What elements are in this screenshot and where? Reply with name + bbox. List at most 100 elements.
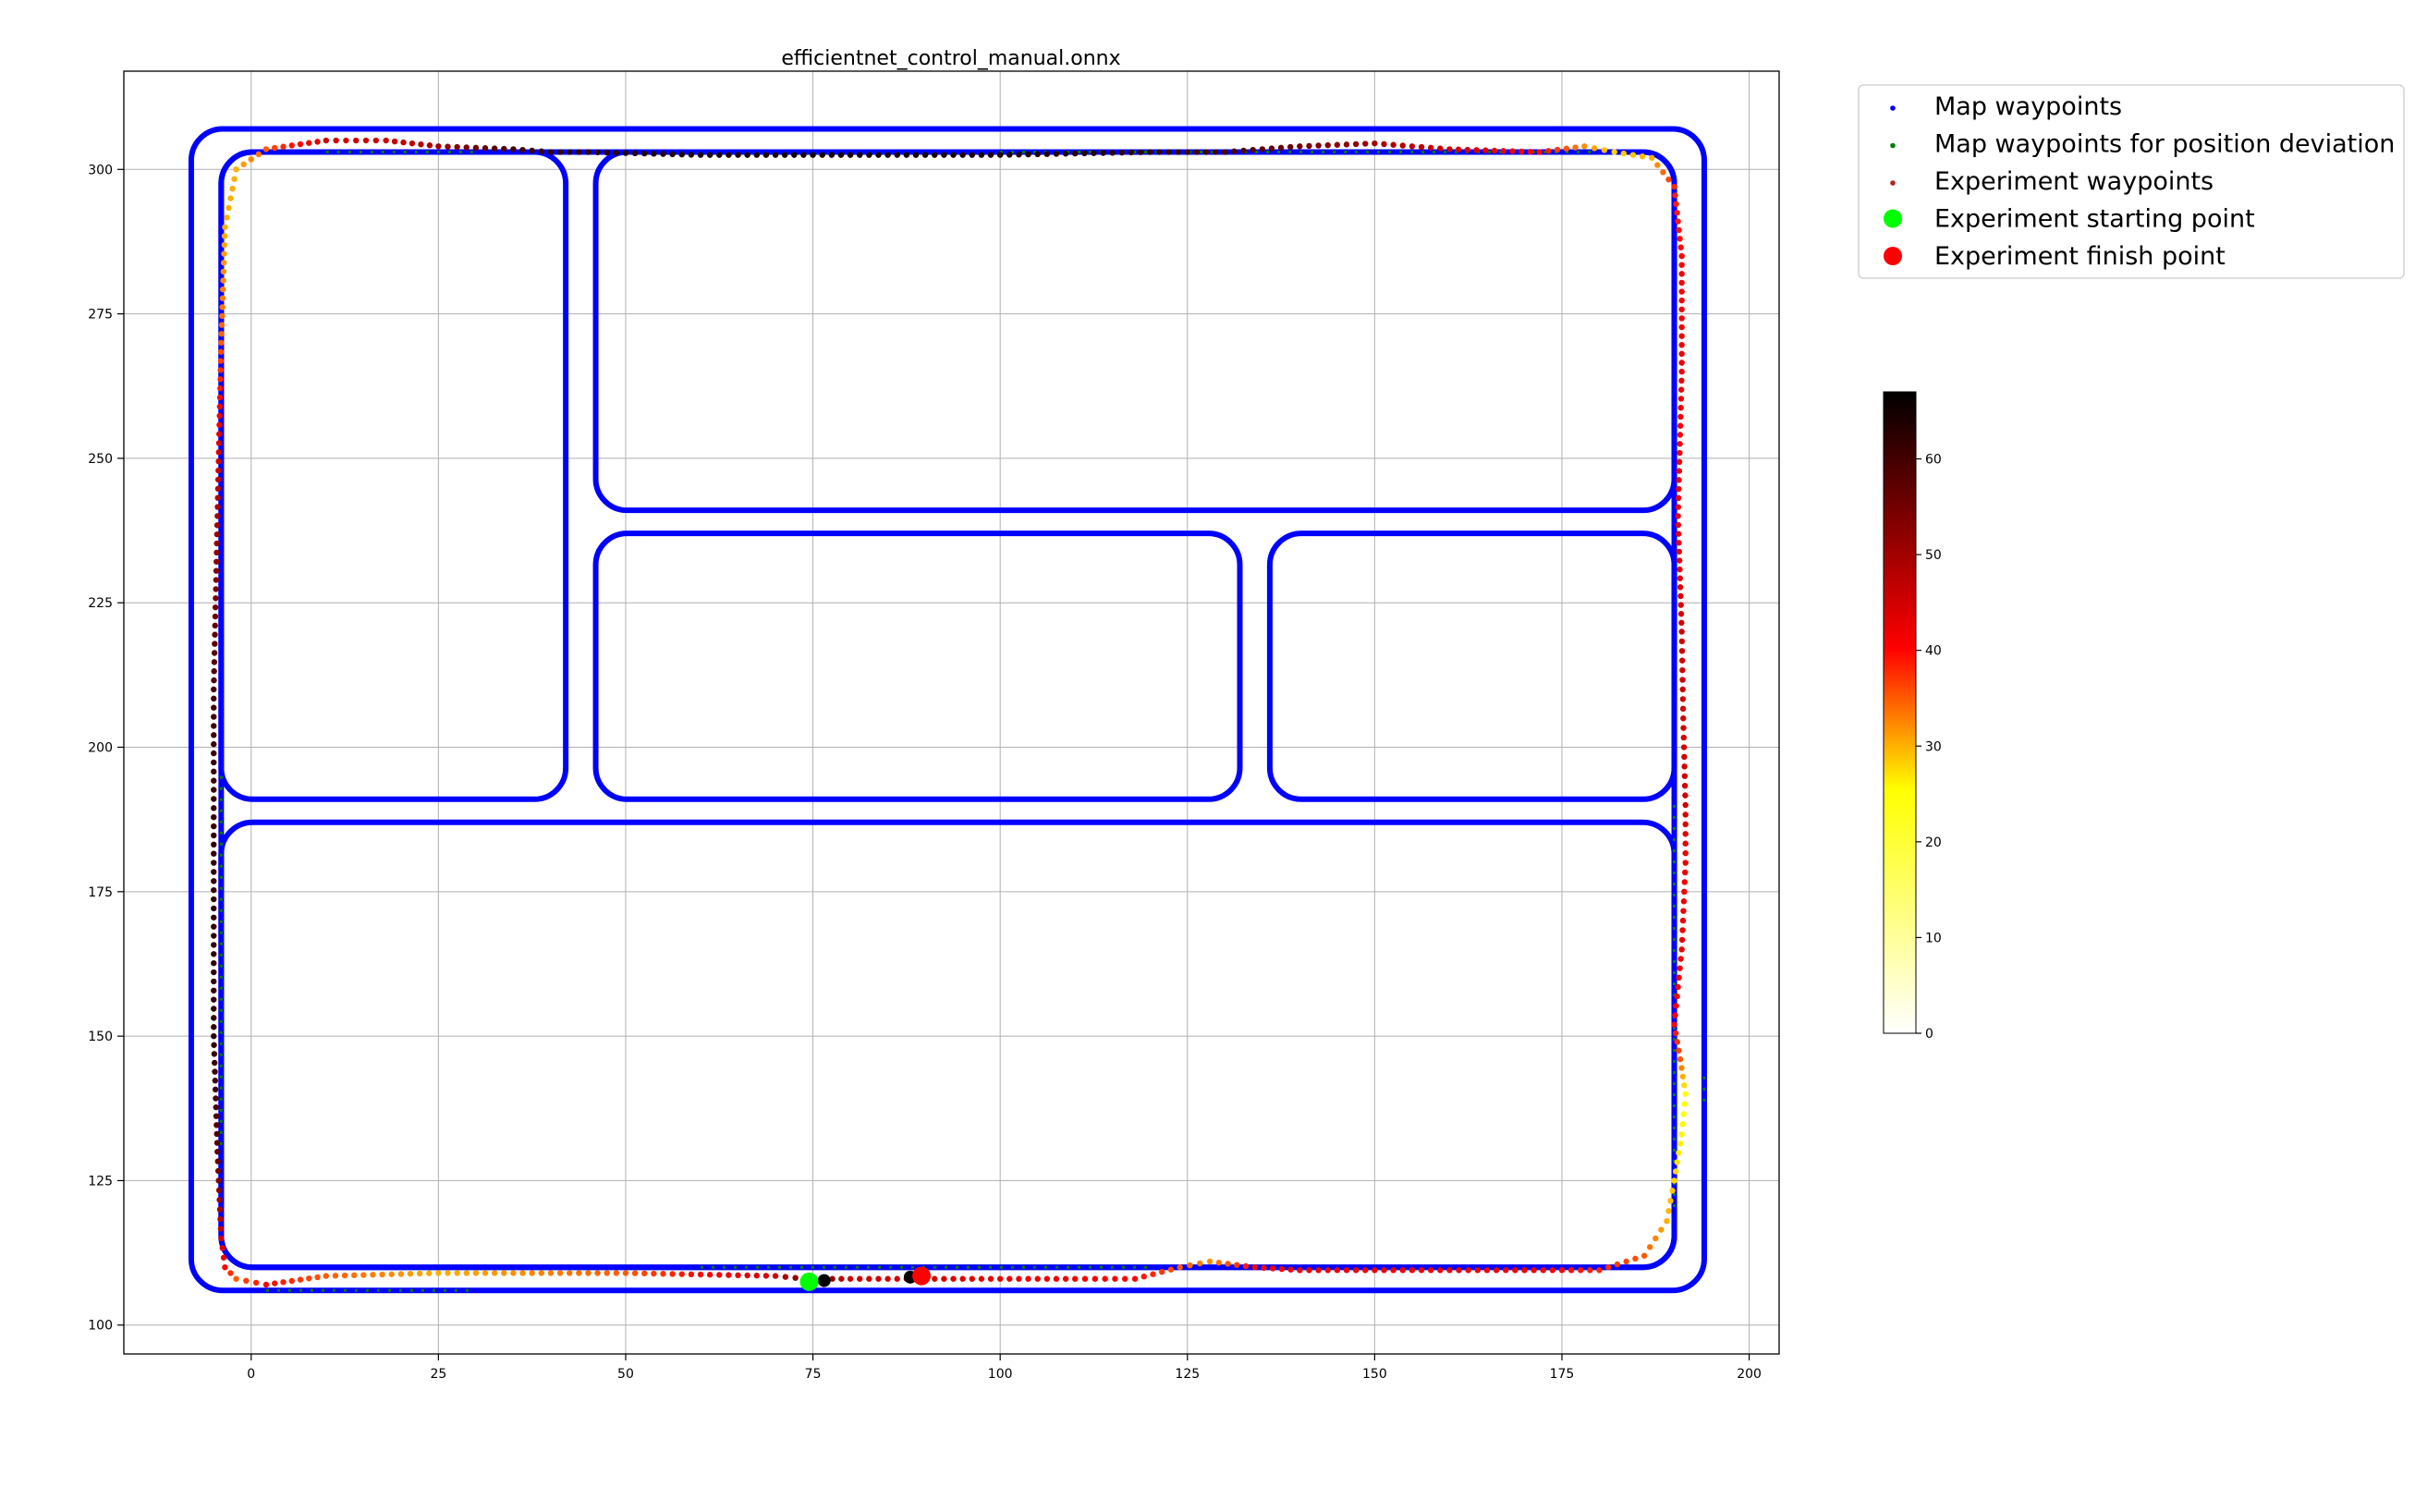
experiment-waypoint xyxy=(212,622,218,629)
experiment-waypoint xyxy=(1658,1226,1665,1233)
experiment-waypoint xyxy=(215,1177,222,1184)
experiment-waypoint xyxy=(1679,917,1687,924)
experiment-waypoint xyxy=(1118,149,1126,156)
experiment-waypoint xyxy=(1390,1267,1396,1274)
experiment-waypoint xyxy=(1675,983,1681,991)
experiment-waypoint xyxy=(1677,449,1683,457)
experiment-waypoint xyxy=(1251,1264,1258,1271)
experiment-waypoint xyxy=(1131,1275,1139,1282)
experiment-waypoint xyxy=(1678,377,1685,384)
experiment-waypoint xyxy=(217,385,224,392)
experiment-waypoint xyxy=(1681,773,1689,779)
experiment-waypoint xyxy=(641,1270,648,1277)
experiment-waypoint xyxy=(1372,140,1378,147)
experiment-waypoint xyxy=(213,540,220,547)
experiment-waypoint xyxy=(1676,530,1682,537)
experiment-waypoint xyxy=(1682,831,1689,837)
experiment-waypoint xyxy=(211,1042,217,1048)
x-tick-label: 25 xyxy=(430,1367,446,1382)
experiment-waypoint xyxy=(622,1270,629,1276)
experiment-waypoint xyxy=(219,304,226,311)
experiment-waypoint xyxy=(1503,1267,1509,1274)
experiment-waypoint xyxy=(353,137,360,144)
experiment-waypoint xyxy=(613,150,620,156)
experiment-waypoint xyxy=(884,152,891,158)
experiment-waypoint xyxy=(950,152,957,158)
experiment-waypoint xyxy=(211,786,217,793)
experiment-waypoint xyxy=(297,140,304,148)
experiment-waypoint xyxy=(1677,602,1684,608)
experiment-waypoint xyxy=(744,1272,750,1279)
experiment-waypoint xyxy=(1102,1275,1108,1282)
experiment-waypoint xyxy=(903,152,910,158)
colorbar-tick-label: 10 xyxy=(1925,931,1942,945)
experiment-waypoint xyxy=(400,139,407,146)
experiment-waypoint xyxy=(1678,648,1686,654)
experiment-waypoint xyxy=(1324,141,1331,149)
experiment-waypoint xyxy=(272,1280,278,1286)
experiment-waypoint xyxy=(566,149,573,155)
experiment-waypoint xyxy=(1456,1267,1462,1274)
experiment-waypoint xyxy=(221,250,227,257)
experiment-waypoint xyxy=(519,1270,526,1276)
experiment-waypoint xyxy=(1678,628,1685,635)
experiment-waypoint xyxy=(921,152,929,158)
experiment-waypoint xyxy=(211,841,217,848)
experiment-waypoint xyxy=(212,1078,219,1084)
experiment-waypoint xyxy=(472,1270,480,1276)
experiment-waypoint xyxy=(1081,1275,1089,1282)
experiment-waypoint xyxy=(379,1271,385,1278)
experiment-waypoint xyxy=(932,1275,938,1282)
experiment-waypoint xyxy=(1605,1264,1612,1271)
experiment-waypoint xyxy=(211,951,217,957)
experiment-waypoint xyxy=(1352,140,1360,148)
colorbar-ticks: 0 10 20 30 40 50 60 xyxy=(1916,453,1942,1042)
x-tick-label: 200 xyxy=(1737,1367,1762,1382)
experiment-waypoint xyxy=(211,796,217,802)
experiment-waypoint xyxy=(1678,619,1685,627)
legend-label: Experiment finish point xyxy=(1934,242,2226,271)
experiment-waypoint xyxy=(226,204,232,212)
experiment-waypoint xyxy=(463,1270,470,1276)
experiment-waypoint xyxy=(678,1271,685,1277)
experiment-waypoint xyxy=(1682,849,1689,857)
experiment-waypoint xyxy=(217,358,225,364)
experiment-waypoint xyxy=(1676,974,1682,982)
experiment-waypoint xyxy=(217,348,225,355)
experiment-waypoint xyxy=(1679,705,1687,713)
experiment-waypoint xyxy=(1678,252,1685,260)
experiment-waypoint xyxy=(211,996,217,1003)
experiment-waypoint xyxy=(875,1275,882,1282)
experiment-waypoint xyxy=(240,161,247,168)
experiment-waypoint xyxy=(1677,404,1684,411)
legend-label: Experiment starting point xyxy=(1934,205,2255,234)
experiment-waypoint xyxy=(454,1270,460,1276)
experiment-start-point xyxy=(799,1272,819,1291)
experiment-waypoint xyxy=(1034,1275,1041,1282)
legend-marker xyxy=(1890,180,1896,186)
experiment-waypoint xyxy=(1109,150,1116,156)
experiment-waypoint xyxy=(810,152,816,158)
experiment-waypoint xyxy=(211,1006,217,1012)
experiment-waypoint xyxy=(1234,1262,1240,1268)
experiment-waypoint xyxy=(222,224,228,231)
experiment-waypoint xyxy=(214,513,221,519)
experiment-waypoint xyxy=(792,1274,799,1281)
experiment-waypoint xyxy=(641,150,648,157)
experiment-waypoint xyxy=(1647,1244,1653,1250)
experiment-waypoint xyxy=(1315,142,1322,149)
map-road-loop xyxy=(188,126,1707,1294)
experiment-waypoint xyxy=(1677,236,1683,242)
experiment-waypoint xyxy=(1682,1091,1689,1097)
experiment-waypoint xyxy=(837,152,845,158)
experiment-waypoint xyxy=(214,476,222,483)
experiment-waypoint xyxy=(1493,1267,1500,1274)
experiment-waypoint xyxy=(216,431,223,437)
experiment-waypoint xyxy=(1678,360,1685,366)
map-road-loop xyxy=(218,149,569,802)
experiment-waypoint xyxy=(213,586,219,592)
experiment-waypoint xyxy=(1016,1275,1022,1282)
experiment-waypoint xyxy=(343,137,349,144)
experiment-waypoint xyxy=(1676,458,1683,466)
experiment-waypoint xyxy=(211,750,217,757)
